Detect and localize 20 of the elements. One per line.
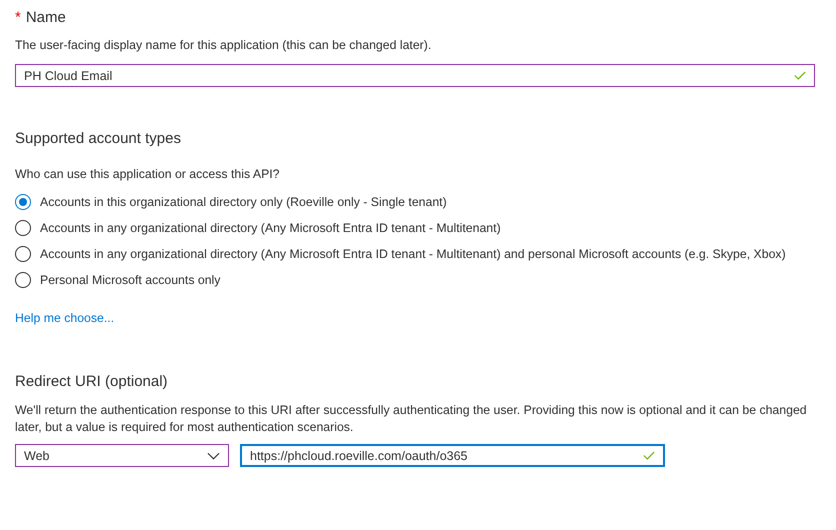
section-heading: Redirect URI (optional) (15, 373, 169, 390)
question-text: Who can use this application or access this API? (15, 166, 281, 183)
required-asterisk: * (15, 9, 21, 26)
uri-input-field[interactable]: https://phcloud.roeville.com/oauth/o365 (240, 444, 665, 467)
platform-dropdown[interactable]: Web (15, 444, 229, 467)
radio-label[interactable]: Accounts in any organizational directory (Any Microsoft Entra ID tenant - Multitenant) and personal Microsoft accounts (e.g. Skype, Xbox) (40, 245, 786, 263)
radio-button[interactable] (15, 272, 31, 288)
radio-label[interactable]: Personal Microsoft accounts only (40, 271, 220, 289)
radio-label[interactable]: Accounts in any organizational directory (Any Microsoft Entra ID tenant - Multitenant) (40, 219, 501, 237)
chevron-down-icon (207, 452, 220, 460)
section-heading: Name (26, 9, 66, 26)
help-link[interactable]: Help me choose... (15, 311, 114, 325)
description-text: The user-facing display name for this application (this can be changed later). (15, 37, 432, 54)
radio-label[interactable]: Accounts in this organizational directory only (Roeville only - Single tenant) (40, 193, 447, 211)
name-input-field[interactable]: PH Cloud Email (15, 64, 815, 87)
section-heading: Supported account types (15, 130, 182, 147)
radio-button[interactable] (15, 194, 31, 210)
radio-button[interactable] (15, 220, 31, 236)
description-text: We'll return the authentication response to this URI after successfully authenticating the user. Providing this now is optional and it can be changed later, but a value is required for most authentication scenarios. (15, 402, 808, 436)
radio-button[interactable] (15, 246, 31, 262)
